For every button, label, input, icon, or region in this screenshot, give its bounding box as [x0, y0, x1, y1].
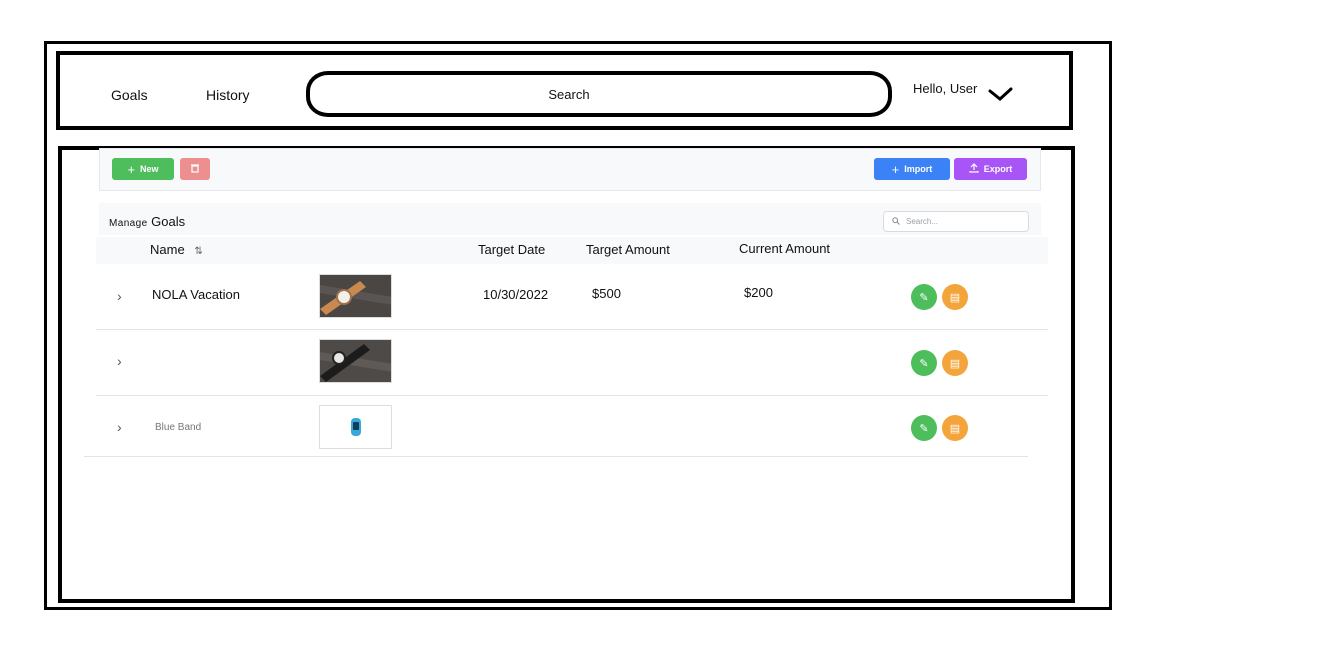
export-button-label: Export [983, 164, 1013, 174]
plus-icon: + [891, 161, 900, 177]
nav-history-link[interactable]: History [206, 87, 250, 103]
row-target-amount: $500 [592, 286, 621, 301]
table-bottom-border [84, 456, 1028, 457]
edit-button[interactable]: ✎ [911, 284, 937, 310]
plus-icon: + [127, 161, 136, 177]
edit-button[interactable]: ✎ [911, 415, 937, 441]
import-button-label: Import [904, 164, 933, 174]
col-name[interactable]: Name ⇅ [150, 242, 203, 257]
trash-icon [190, 163, 200, 175]
trash-icon: ▤ [949, 357, 961, 370]
chevron-down-icon[interactable] [988, 86, 1014, 109]
edit-button[interactable]: ✎ [911, 350, 937, 376]
search-icon [892, 216, 900, 227]
search-label: Search [548, 86, 590, 102]
table-header [96, 237, 1048, 264]
toolbar: + New + Import Export [99, 148, 1041, 191]
col-target-date: Target Date [478, 242, 546, 257]
pencil-icon: ✎ [919, 422, 929, 435]
row-divider [96, 395, 1048, 396]
expand-row-icon[interactable]: › [117, 288, 122, 304]
manage-title-text: Goals [151, 214, 186, 229]
col-name-label: Name [150, 242, 185, 257]
col-target-amount: Target Amount [586, 242, 670, 257]
delete-button[interactable]: ▤ [942, 284, 968, 310]
product-image [319, 274, 392, 318]
trash-icon: ▤ [949, 422, 961, 435]
row-name: NOLA Vacation [152, 287, 240, 302]
row-current-amount: $200 [744, 285, 773, 300]
row-name: Blue Band [155, 422, 202, 433]
pencil-icon: ✎ [919, 291, 929, 304]
export-button[interactable]: Export [954, 158, 1027, 180]
pencil-icon: ✎ [919, 357, 929, 370]
user-greeting: Hello, User [913, 81, 978, 96]
search-input[interactable]: Search [306, 71, 892, 117]
row-divider [96, 329, 1048, 330]
product-image [319, 405, 392, 449]
new-button[interactable]: + New [112, 158, 174, 180]
col-current-amount: Current Amount [739, 241, 831, 256]
delete-button[interactable]: ▤ [942, 350, 968, 376]
new-button-label: New [140, 164, 159, 174]
delete-button[interactable]: ▤ [942, 415, 968, 441]
expand-row-icon[interactable]: › [117, 353, 122, 369]
sort-icon[interactable]: ⇅ [194, 246, 202, 257]
table-search-placeholder: Search... [906, 217, 939, 226]
manage-prefix: Manage [109, 218, 148, 229]
expand-row-icon[interactable]: › [117, 419, 122, 435]
trash-icon: ▤ [949, 291, 961, 304]
delete-selected-button[interactable] [180, 158, 210, 180]
row-target-date: 10/30/2022 [483, 287, 549, 302]
manage-title: Manage Goals [109, 214, 185, 229]
upload-icon [969, 163, 979, 175]
nav-goals-link[interactable]: Goals [111, 87, 148, 103]
product-image [319, 339, 392, 383]
import-button[interactable]: + Import [874, 158, 950, 180]
table-search-input[interactable]: Search... [883, 211, 1029, 232]
